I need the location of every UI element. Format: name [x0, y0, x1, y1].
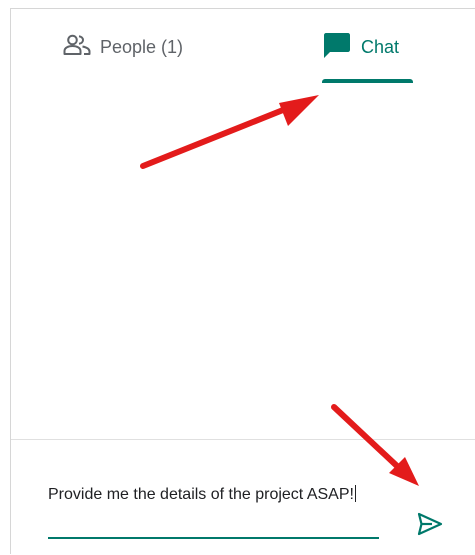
active-tab-indicator: [322, 79, 413, 83]
chat-bubble-icon: [322, 31, 352, 64]
input-underline: [48, 537, 379, 539]
send-button[interactable]: [416, 510, 444, 538]
send-icon: [416, 512, 444, 542]
tab-bar: People (1) Chat: [11, 9, 475, 85]
tab-people[interactable]: People (1): [63, 9, 183, 85]
text-caret: [354, 485, 356, 502]
people-icon: [63, 34, 91, 61]
tab-chat-label: Chat: [361, 36, 400, 57]
tab-people-label: People (1): [100, 36, 184, 57]
chat-panel: People (1) Chat Provide me the details o…: [10, 8, 475, 554]
tab-chat[interactable]: Chat: [322, 9, 399, 85]
message-composer: Provide me the details of the project AS…: [11, 440, 475, 555]
message-input[interactable]: Provide me the details of the project AS…: [48, 482, 378, 508]
message-input-text: Provide me the details of the project AS…: [48, 486, 354, 503]
